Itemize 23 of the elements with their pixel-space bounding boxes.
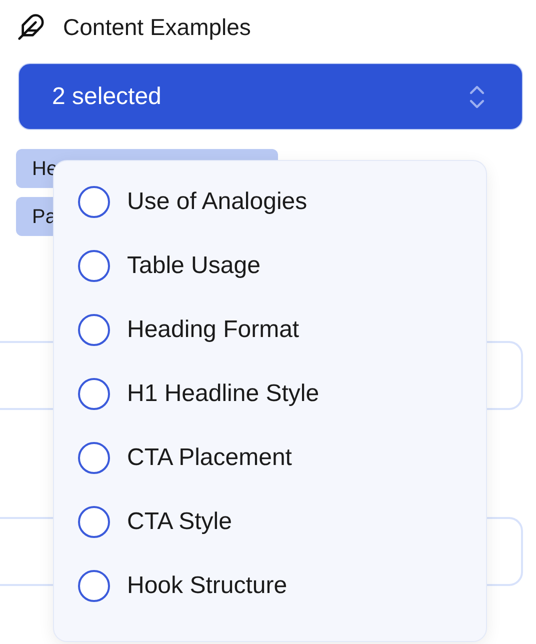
option-label: Table Usage [127, 251, 260, 281]
option-label: CTA Placement [127, 443, 292, 473]
dropdown-option[interactable]: Hook Structure [54, 554, 486, 618]
dropdown-option[interactable]: H1 Headline Style [54, 362, 486, 426]
option-label: CTA Style [127, 507, 232, 537]
option-label: Hook Structure [127, 571, 288, 601]
dropdown-option[interactable]: CTA Style [54, 490, 486, 554]
radio-button[interactable] [78, 314, 110, 346]
radio-button[interactable] [78, 250, 110, 282]
section-title: Content Examples [63, 12, 251, 42]
radio-button[interactable] [78, 506, 110, 538]
dropdown-option[interactable]: Heading Format [54, 298, 486, 362]
radio-button[interactable] [78, 570, 110, 602]
radio-button[interactable] [78, 442, 110, 474]
feather-icon [17, 13, 45, 41]
dropdown-option[interactable]: CTA Placement [54, 426, 486, 490]
option-label: Heading Format [127, 315, 300, 345]
chevron-updown-icon [468, 84, 486, 110]
multi-select[interactable]: 2 selected [18, 63, 523, 130]
option-label: H1 Headline Style [127, 379, 320, 409]
radio-button[interactable] [78, 186, 110, 218]
radio-button[interactable] [78, 378, 110, 410]
dropdown-option[interactable]: Table Usage [54, 234, 486, 298]
